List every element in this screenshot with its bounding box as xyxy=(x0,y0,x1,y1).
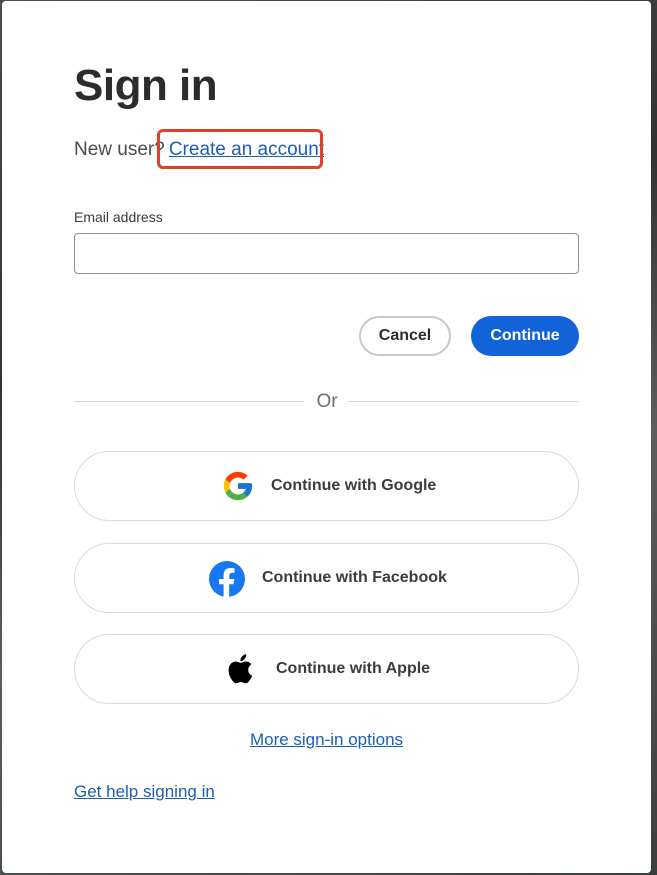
create-account-link[interactable]: Create an account xyxy=(169,139,324,160)
facebook-icon xyxy=(209,561,245,597)
google-button-label: Continue with Google xyxy=(271,477,437,494)
new-user-row: New user? Create an account xyxy=(74,139,324,161)
cancel-button[interactable]: Cancel xyxy=(359,316,451,356)
page-title: Sign in xyxy=(74,61,218,110)
email-label: Email address xyxy=(74,209,163,225)
divider-line-left xyxy=(74,401,304,402)
email-input[interactable] xyxy=(74,233,579,274)
continue-with-facebook-button[interactable]: Continue with Facebook xyxy=(74,543,579,613)
continue-with-apple-button[interactable]: Continue with Apple xyxy=(74,634,579,704)
or-divider-text: Or xyxy=(316,391,338,412)
facebook-button-label: Continue with Facebook xyxy=(262,569,447,586)
new-user-prefix: New user? xyxy=(74,139,165,160)
sign-in-card: Sign in New user? Create an account Email… xyxy=(2,1,651,873)
google-icon xyxy=(221,469,255,503)
divider-line-right xyxy=(348,401,579,402)
continue-with-google-button[interactable]: Continue with Google xyxy=(74,451,579,521)
more-sign-in-options-link[interactable]: More sign-in options xyxy=(74,730,579,750)
get-help-signing-in-link[interactable]: Get help signing in xyxy=(74,782,215,802)
continue-button[interactable]: Continue xyxy=(471,316,579,356)
apple-icon xyxy=(225,652,259,686)
apple-button-label: Continue with Apple xyxy=(276,660,431,677)
